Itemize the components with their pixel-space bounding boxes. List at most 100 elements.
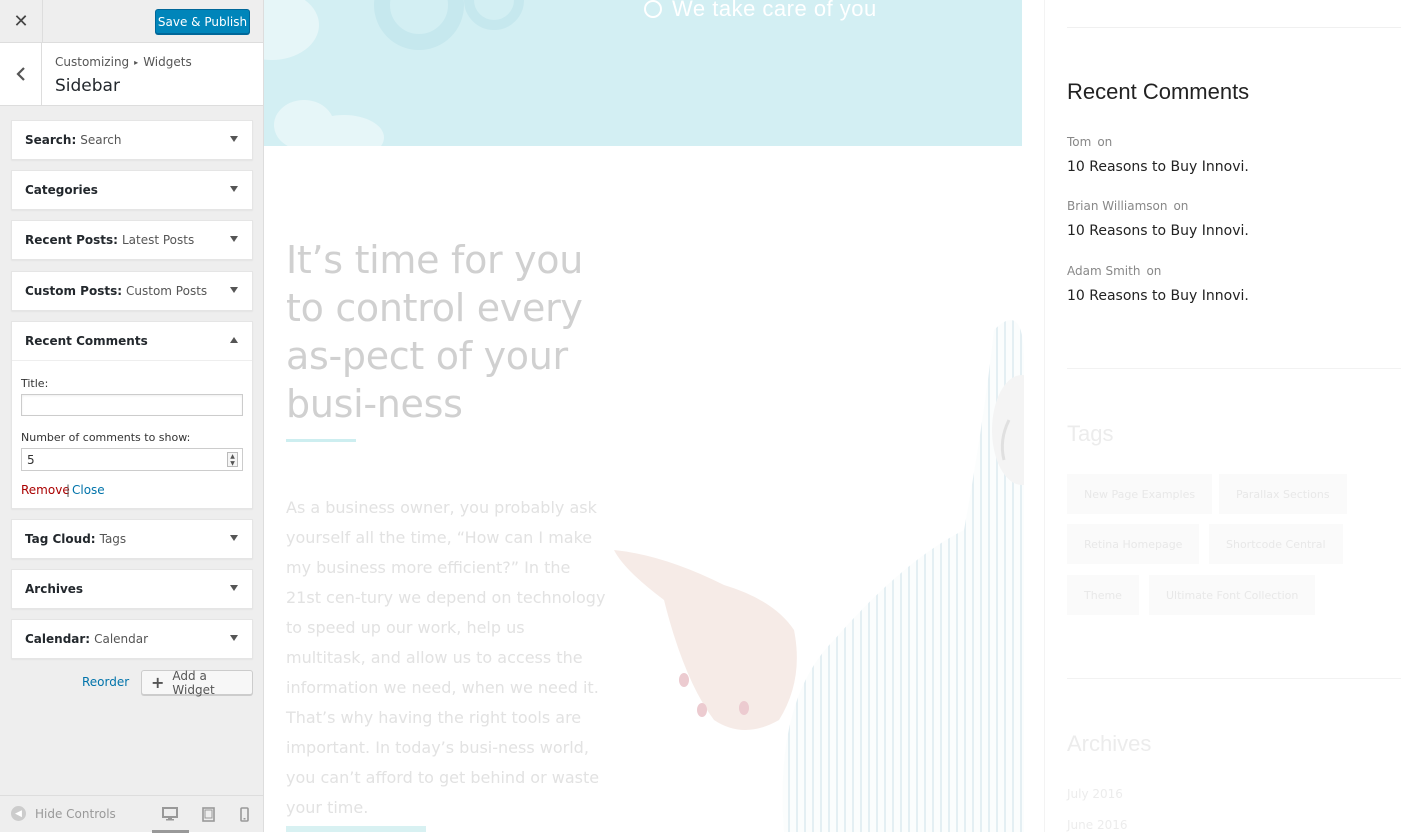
breadcrumb-section: Widgets — [143, 55, 192, 69]
comment-author-line: Adam Smith on — [1067, 264, 1161, 278]
caret-down-icon[interactable] — [230, 136, 238, 142]
add-widget-button[interactable]: + Add a Widget — [141, 668, 253, 697]
mobile-preview-icon[interactable] — [234, 805, 254, 823]
breadcrumb: Customizing ▸ Widgets Sidebar — [0, 43, 263, 106]
caret-down-icon[interactable] — [230, 186, 238, 192]
widget-tag-cloud[interactable]: Tag Cloud: Tags — [11, 519, 253, 559]
site-preview[interactable]: We take care of you It’s time for you to… — [264, 0, 1419, 832]
gear-shape — [374, 0, 464, 50]
widget-recent-posts[interactable]: Recent Posts: Latest Posts — [11, 220, 253, 260]
comment-post-link[interactable]: 10 Reasons to Buy Innovi. — [1067, 223, 1249, 239]
section-title: Sidebar — [55, 76, 120, 96]
hide-controls-label: Hide Controls — [35, 806, 116, 821]
widget-subtitle: Latest Posts — [121, 233, 195, 247]
comment-on: on — [1097, 135, 1113, 149]
widget-title: Recent Posts: — [25, 233, 118, 247]
tag-item[interactable]: Theme — [1067, 575, 1139, 615]
comment-on: on — [1146, 264, 1162, 278]
close-link[interactable]: Close — [72, 483, 105, 497]
desktop-preview-icon[interactable] — [152, 805, 189, 833]
widget-title: Archives — [25, 582, 84, 596]
tag-item[interactable]: Ultimate Font Collection — [1149, 575, 1316, 615]
archive-link[interactable]: July 2016 — [1067, 787, 1123, 801]
stepper-down-icon[interactable]: ▼ — [228, 460, 237, 467]
divider — [1067, 678, 1401, 679]
widget-archives[interactable]: Archives — [11, 569, 253, 609]
caret-down-icon[interactable] — [230, 585, 238, 591]
add-widget-label: Add a Widget — [172, 668, 215, 697]
comment-author[interactable]: Tom — [1067, 135, 1091, 149]
back-button[interactable] — [0, 43, 42, 105]
comment-count-value[interactable]: 5 — [27, 453, 35, 467]
title-label: Title: — [21, 377, 49, 390]
widget-header[interactable]: Tag Cloud: Tags — [12, 520, 252, 558]
widget-recent-comments[interactable]: Recent Comments Title: Number of comment… — [11, 321, 253, 509]
reorder-link[interactable]: Reorder — [82, 675, 129, 689]
widget-form: Title: Number of comments to show: 5 ▲ ▼… — [12, 360, 252, 508]
cloud-shape — [264, 0, 319, 60]
divider — [1067, 27, 1401, 28]
title-input[interactable] — [21, 394, 243, 416]
customizer-panel: ✕ Save & Publish Customizing ▸ Widgets Sid… — [0, 0, 264, 833]
tag-item[interactable]: Retina Homepage — [1067, 524, 1200, 564]
widget-header[interactable]: Search: Search — [12, 121, 252, 159]
caret-up-icon[interactable] — [230, 337, 238, 343]
widget-title: Categories — [25, 183, 98, 197]
comment-author-line: Tom on — [1067, 135, 1112, 149]
widget-title: Tag Cloud: — [25, 532, 96, 546]
comment-count-stepper[interactable]: 5 ▲ ▼ — [21, 448, 243, 471]
preview-sidebar: Recent Comments Tom on 10 Reasons to Buy … — [1044, 0, 1419, 832]
widget-header[interactable]: Categories — [12, 171, 252, 209]
caret-down-icon[interactable] — [230, 535, 238, 541]
headline-underline — [286, 439, 356, 442]
gear-shape — [464, 0, 524, 30]
hero-text: We take care of you — [672, 0, 877, 21]
comment-author-line: Brian Williamson on — [1067, 199, 1188, 213]
widget-header[interactable]: Recent Posts: Latest Posts — [12, 221, 252, 259]
widget-custom-posts[interactable]: Custom Posts: Custom Posts — [11, 271, 253, 311]
remove-link[interactable]: Remove — [21, 483, 70, 497]
tag-item[interactable]: New Page Examples — [1067, 474, 1213, 514]
stepper-up-icon[interactable]: ▲ — [228, 453, 237, 460]
widget-search[interactable]: Search: Search — [11, 120, 253, 160]
comment-author[interactable]: Brian Williamson — [1067, 199, 1167, 213]
widget-categories[interactable]: Categories — [11, 170, 253, 210]
widget-header[interactable]: Custom Posts: Custom Posts — [12, 272, 252, 310]
tags-heading: Tags — [1067, 421, 1114, 446]
tablet-preview-icon[interactable] — [198, 805, 218, 823]
customizer-footer: ◀ Hide Controls — [0, 795, 263, 833]
headline: It’s time for you to control every as-pe… — [286, 238, 584, 426]
widget-subtitle: Calendar — [94, 632, 149, 646]
tag-item[interactable]: Shortcode Central — [1209, 524, 1343, 564]
tag-item[interactable]: Parallax Sections — [1219, 474, 1347, 514]
widget-subtitle: Custom Posts — [126, 284, 208, 298]
customizer-header: ✕ Save & Publish — [0, 0, 263, 43]
save-publish-button[interactable]: Save & Publish — [155, 9, 250, 34]
caret-down-icon[interactable] — [230, 236, 238, 242]
widget-subtitle: Search — [80, 133, 122, 147]
read-more-button[interactable] — [286, 826, 426, 832]
caret-down-icon[interactable] — [230, 287, 238, 293]
smiley-icon — [644, 0, 662, 18]
comment-author[interactable]: Adam Smith — [1067, 264, 1140, 278]
comment-post-link[interactable]: 10 Reasons to Buy Innovi. — [1067, 159, 1249, 175]
hide-controls-button[interactable]: ◀ Hide Controls — [11, 806, 116, 821]
comment-on: on — [1173, 199, 1189, 213]
collapse-arrow-icon: ◀ — [11, 806, 26, 821]
stepper-arrows[interactable]: ▲ ▼ — [227, 452, 238, 467]
close-customizer-button[interactable]: ✕ — [0, 0, 43, 43]
hero-tagline: We take care of you — [644, 0, 877, 22]
hero-banner: We take care of you — [264, 0, 1022, 146]
widget-calendar[interactable]: Calendar: Calendar — [11, 619, 253, 659]
comment-post-link[interactable]: 10 Reasons to Buy Innovi. — [1067, 288, 1249, 304]
archive-link[interactable]: June 2016 — [1067, 818, 1128, 832]
caret-down-icon[interactable] — [230, 635, 238, 641]
chevron-left-icon — [15, 67, 25, 81]
plus-icon: + — [151, 673, 165, 692]
widget-header[interactable]: Calendar: Calendar — [12, 620, 252, 658]
widget-header[interactable]: Archives — [12, 570, 252, 608]
link-separator: | — [66, 483, 71, 497]
widget-header[interactable]: Recent Comments — [12, 322, 252, 360]
archives-heading: Archives — [1067, 731, 1152, 756]
count-label: Number of comments to show: — [21, 431, 191, 444]
